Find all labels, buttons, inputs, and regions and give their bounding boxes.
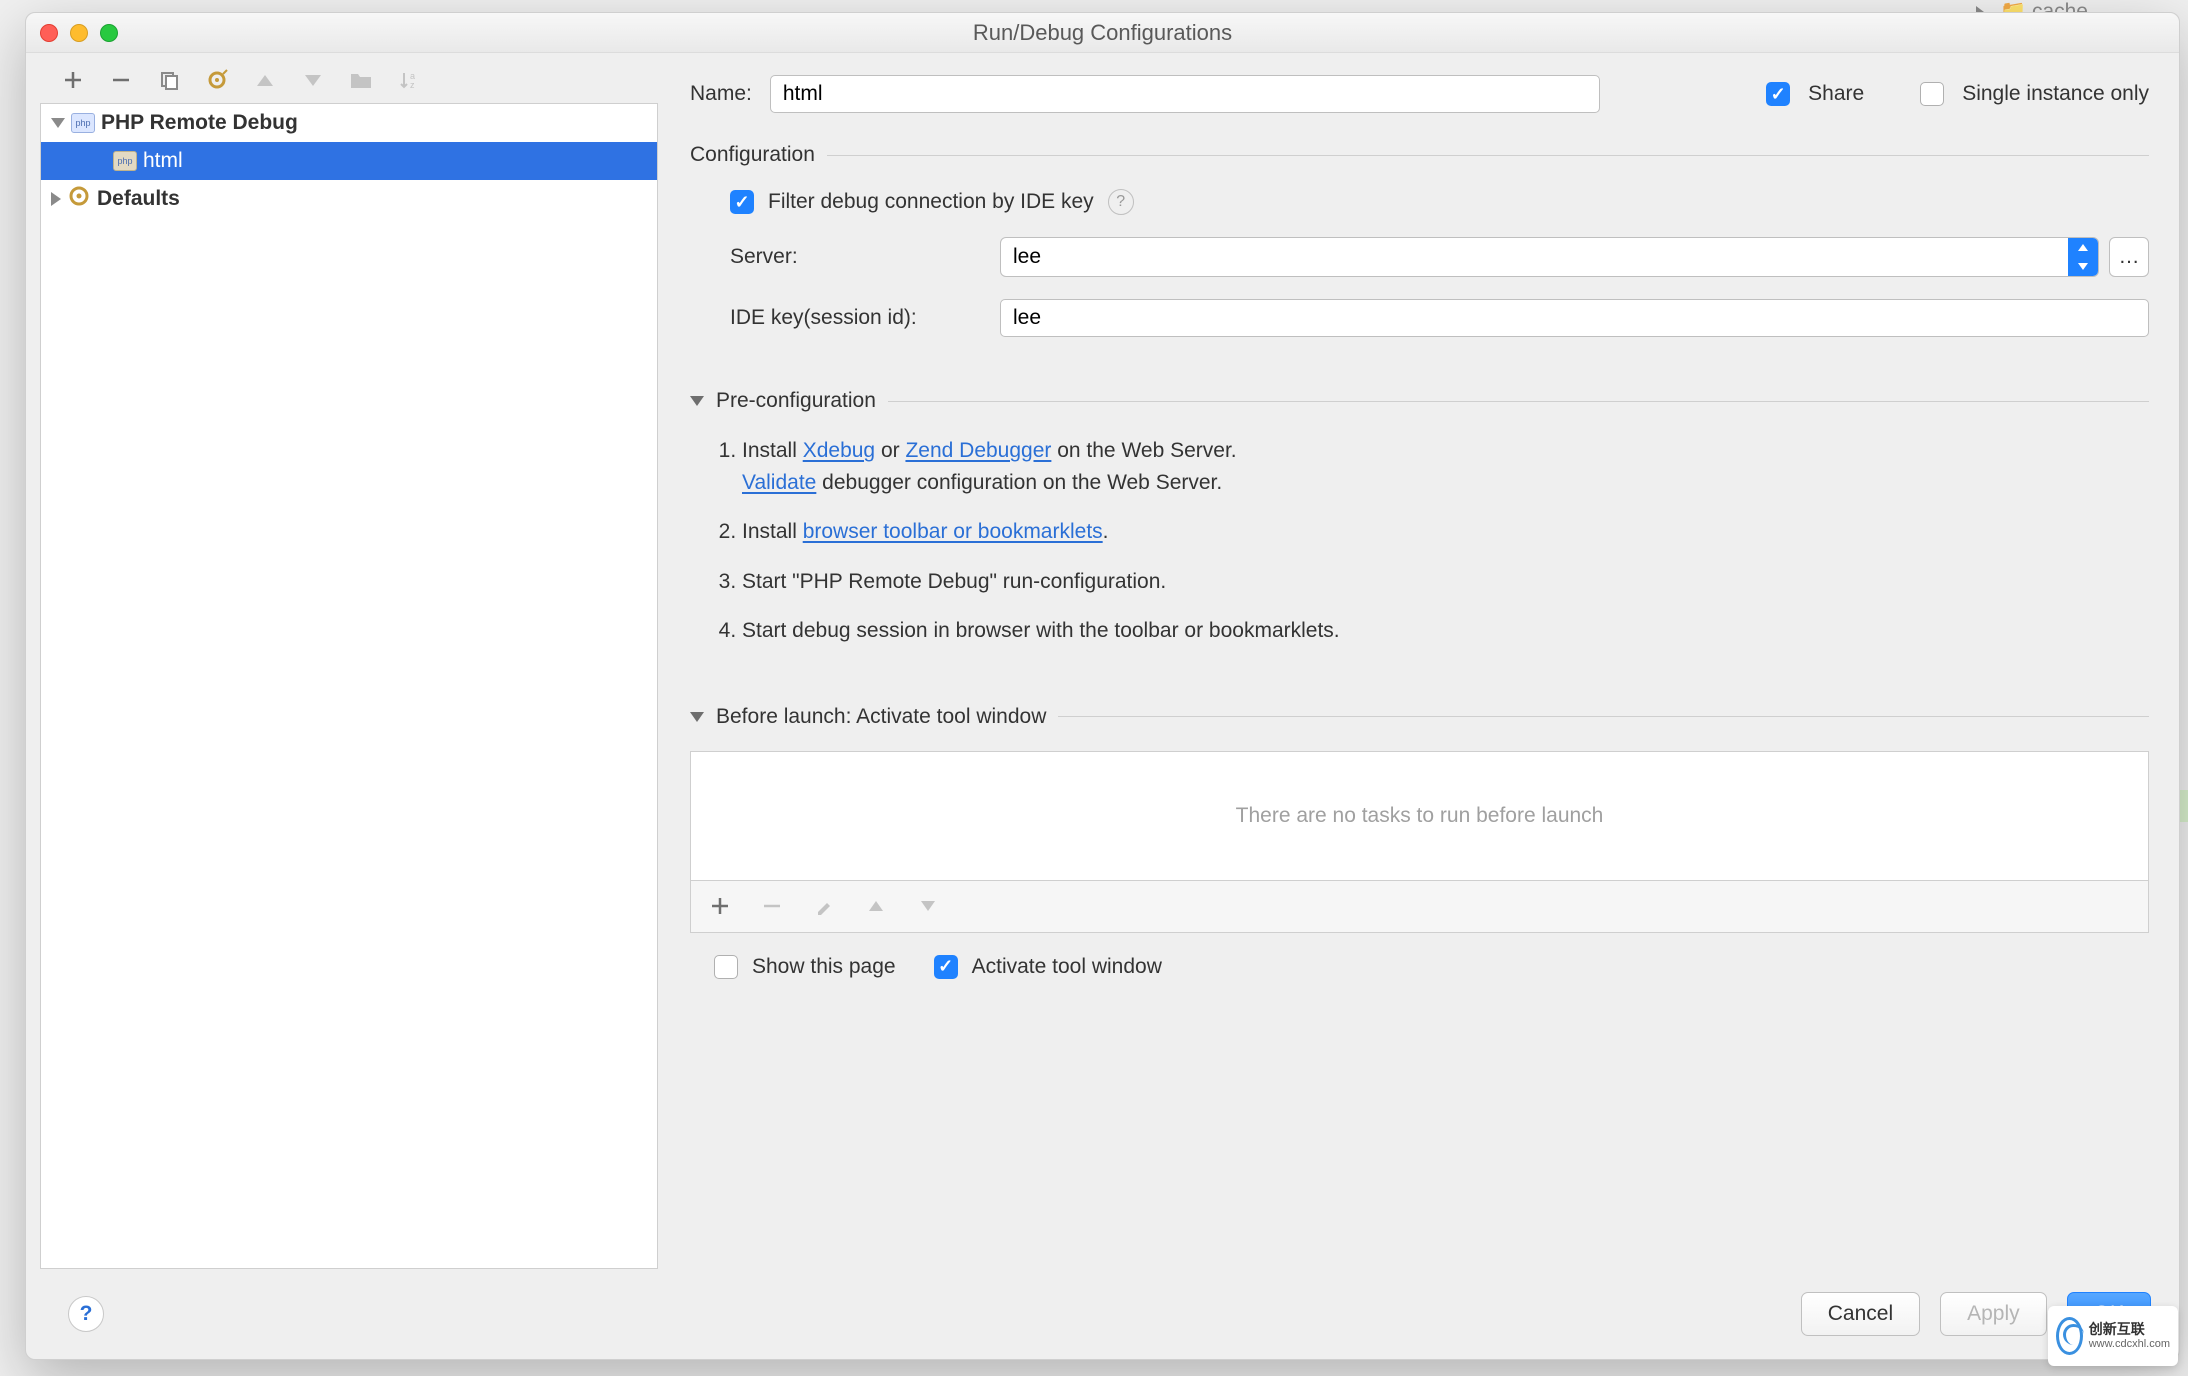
filter-ide-key-checkbox[interactable] xyxy=(730,190,754,214)
configurations-toolbar: az xyxy=(40,67,666,103)
before-launch-toolbar xyxy=(690,881,2149,933)
single-instance-checkbox[interactable] xyxy=(1920,82,1944,106)
zend-debugger-link[interactable]: Zend Debugger xyxy=(905,439,1051,462)
filter-ide-key-label: Filter debug connection by IDE key xyxy=(768,190,1094,214)
dialog-title: Run/Debug Configurations xyxy=(26,20,2179,46)
configurations-panel: az php PHP Remote Debug php html Default… xyxy=(26,53,666,1269)
help-icon[interactable]: ? xyxy=(1108,189,1134,215)
show-this-page-label: Show this page xyxy=(752,955,896,979)
server-label: Server: xyxy=(730,245,1000,269)
move-up-button[interactable] xyxy=(252,67,278,93)
configuration-form: Name: Share Single instance only Configu… xyxy=(666,53,2179,1269)
xdebug-link[interactable]: Xdebug xyxy=(803,439,875,462)
collapse-toggle-icon[interactable] xyxy=(690,396,704,406)
tree-node-html[interactable]: php html xyxy=(41,142,657,180)
server-browse-button[interactable]: … xyxy=(2109,237,2149,277)
activate-tool-window-label: Activate tool window xyxy=(972,955,1162,979)
name-input[interactable] xyxy=(770,75,1600,113)
server-select[interactable] xyxy=(1000,237,2099,277)
move-task-down-button[interactable] xyxy=(915,893,941,919)
preconfig-step-1: Install Xdebug or Zend Debugger on the W… xyxy=(742,435,2149,498)
remove-task-button[interactable] xyxy=(759,893,785,919)
add-task-button[interactable] xyxy=(707,893,733,919)
add-configuration-button[interactable] xyxy=(60,67,86,93)
config-item-icon: php xyxy=(113,151,137,171)
preconfig-step-4: Start debug session in browser with the … xyxy=(742,615,2149,647)
run-debug-configurations-dialog: Run/Debug Configurations az php PHP Remo… xyxy=(25,12,2180,1360)
remove-configuration-button[interactable] xyxy=(108,67,134,93)
configurations-tree[interactable]: php PHP Remote Debug php html Defaults xyxy=(40,103,658,1269)
show-this-page-checkbox[interactable] xyxy=(714,955,738,979)
preconfiguration-section-label: Pre-configuration xyxy=(716,389,876,413)
titlebar: Run/Debug Configurations xyxy=(26,13,2179,53)
share-label: Share xyxy=(1808,82,1864,106)
cancel-button[interactable]: Cancel xyxy=(1801,1292,1920,1336)
tree-node-label: Defaults xyxy=(97,187,180,211)
help-button[interactable]: ? xyxy=(68,1296,104,1332)
watermark-text: 创新互联 www.cdcxhl.com xyxy=(2089,1322,2170,1349)
ide-key-label: IDE key(session id): xyxy=(730,306,1000,330)
collapse-toggle-icon[interactable] xyxy=(690,712,704,722)
folder-button[interactable] xyxy=(348,67,374,93)
share-checkbox[interactable] xyxy=(1766,82,1790,106)
expand-toggle-icon[interactable] xyxy=(51,192,61,206)
edit-defaults-button[interactable] xyxy=(204,67,230,93)
before-launch-tasks-list[interactable]: There are no tasks to run before launch xyxy=(690,751,2149,881)
activate-tool-window-checkbox[interactable] xyxy=(934,955,958,979)
edit-task-button[interactable] xyxy=(811,893,837,919)
ide-key-input[interactable] xyxy=(1000,299,2149,337)
name-label: Name: xyxy=(690,82,752,106)
move-task-up-button[interactable] xyxy=(863,893,889,919)
tree-node-label: html xyxy=(143,149,183,173)
php-remote-debug-icon: php xyxy=(71,113,95,133)
expand-toggle-icon[interactable] xyxy=(51,118,65,128)
server-select-input[interactable] xyxy=(1000,237,2099,277)
before-launch-section-label: Before launch: Activate tool window xyxy=(716,705,1046,729)
empty-tasks-label: There are no tasks to run before launch xyxy=(1236,804,1604,828)
apply-button[interactable]: Apply xyxy=(1940,1292,2047,1336)
dialog-footer: ? Cancel Apply OK xyxy=(26,1269,2179,1359)
watermark: 创新互联 www.cdcxhl.com xyxy=(2048,1306,2178,1366)
tree-node-defaults[interactable]: Defaults xyxy=(41,180,657,218)
tree-node-php-remote-debug[interactable]: php PHP Remote Debug xyxy=(41,104,657,142)
defaults-icon xyxy=(67,184,91,214)
preconfig-step-3: Start "PHP Remote Debug" run-configurati… xyxy=(742,566,2149,598)
watermark-logo-icon xyxy=(2056,1317,2083,1355)
browser-toolbar-link[interactable]: browser toolbar or bookmarklets xyxy=(803,520,1103,543)
single-instance-label: Single instance only xyxy=(1962,82,2149,106)
preconfig-step-2: Install browser toolbar or bookmarklets. xyxy=(742,516,2149,548)
move-down-button[interactable] xyxy=(300,67,326,93)
validate-link[interactable]: Validate xyxy=(742,471,816,494)
select-stepper-icon[interactable] xyxy=(2068,238,2098,276)
svg-text:z: z xyxy=(410,80,415,90)
tree-node-label: PHP Remote Debug xyxy=(101,111,298,135)
sort-button[interactable]: az xyxy=(396,67,422,93)
configuration-section-label: Configuration xyxy=(690,143,815,167)
copy-configuration-button[interactable] xyxy=(156,67,182,93)
